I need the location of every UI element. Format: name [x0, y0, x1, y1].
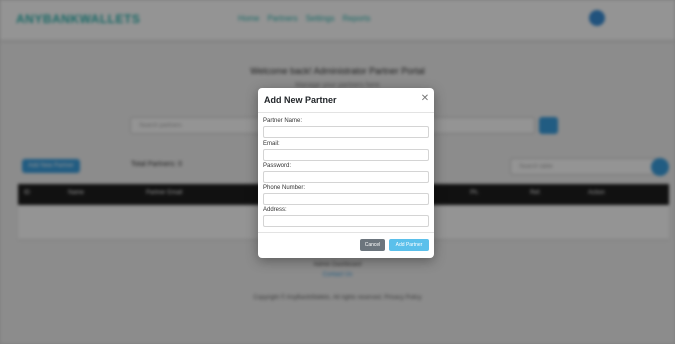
- close-icon[interactable]: ✕: [419, 93, 431, 105]
- address-input[interactable]: [263, 215, 429, 227]
- email-input[interactable]: [263, 149, 429, 161]
- partner-name-label: Partner Name:: [263, 118, 303, 124]
- cancel-button[interactable]: Cancel: [360, 239, 385, 251]
- address-label: Address:: [263, 207, 287, 213]
- password-label: Password:: [263, 163, 292, 169]
- add-partner-submit-button[interactable]: Add Partner: [389, 239, 429, 251]
- password-input[interactable]: [263, 171, 429, 183]
- footer-divider: [258, 232, 434, 233]
- header-divider: [258, 112, 434, 113]
- phone-number-label: Phone Number:: [263, 185, 306, 191]
- email-label: Email:: [263, 141, 280, 147]
- add-partner-modal: Add New Partner ✕ Partner Name: Email: P…: [258, 88, 434, 258]
- partner-name-input[interactable]: [263, 126, 429, 138]
- modal-title: Add New Partner: [264, 95, 337, 105]
- phone-number-input[interactable]: [263, 193, 429, 205]
